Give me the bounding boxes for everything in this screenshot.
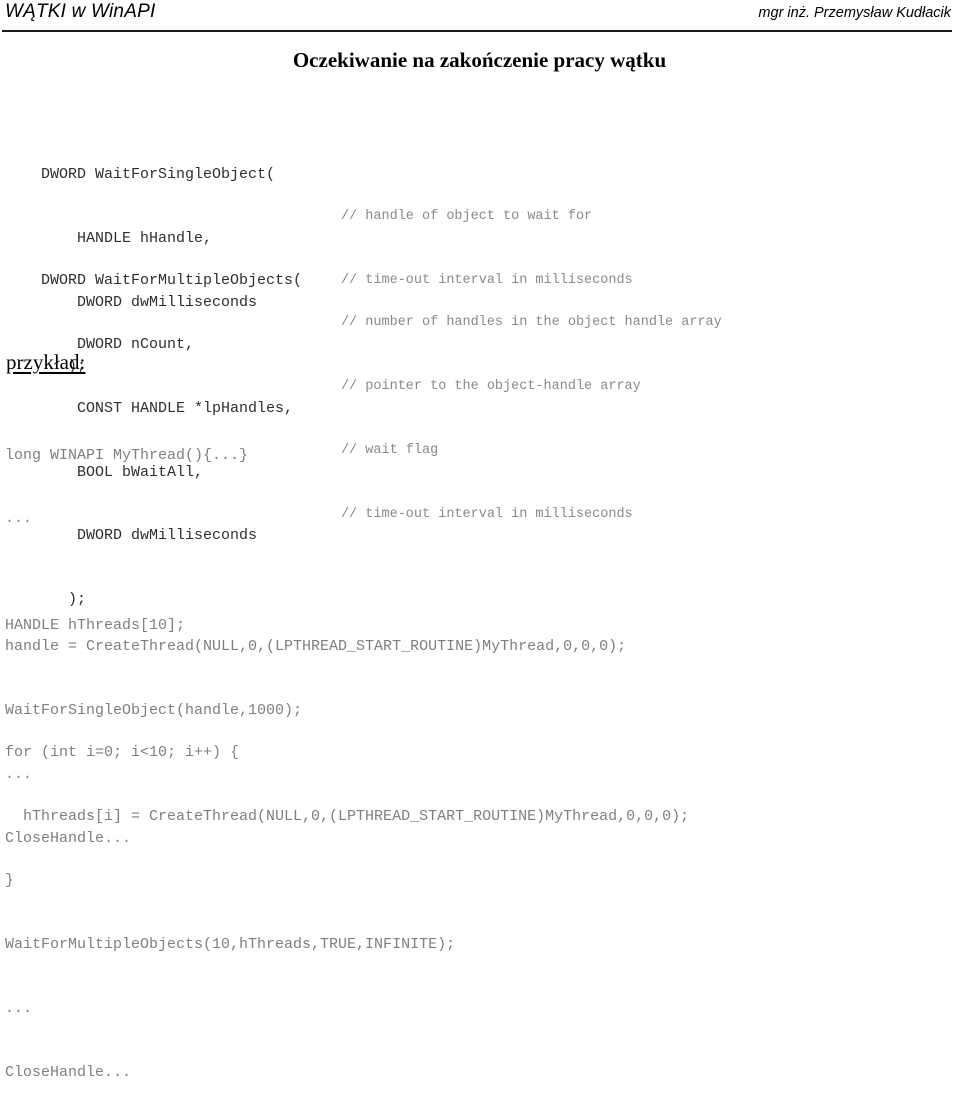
code-line: DWORD WaitForMultipleObjects( <box>5 249 302 289</box>
code-text: DWORD WaitForSingleObject( <box>41 165 276 183</box>
code-line: long WINAPI MyThread(){...} <box>5 446 249 464</box>
slide-title: Oczekiwanie na zakończenie pracy wątku <box>292 48 667 72</box>
code-line: CloseHandle... <box>5 1063 132 1081</box>
code-line: DWORD WaitForSingleObject( <box>5 143 275 183</box>
code-line: hThreads[i] = CreateThread(NULL,0,(LPTHR… <box>5 808 690 826</box>
code-comment: // pointer to the object-handle array <box>341 379 641 395</box>
code-line: ... <box>5 510 33 528</box>
header-divider-rule <box>2 30 952 32</box>
code-comment: // time-out interval in milliseconds <box>341 273 633 289</box>
code-line: CONST HANDLE *lpHandles, // pointer to t… <box>5 376 641 416</box>
code-text: DWORD WaitForMultipleObjects( <box>41 271 303 289</box>
code-comment: // number of handles in the object handl… <box>341 315 722 331</box>
code-line: WaitForMultipleObjects(10,hThreads,TRUE,… <box>5 936 456 954</box>
code-comment: // handle of object to wait for <box>341 209 593 225</box>
code-line: DWORD nCount, // number of handles in th… <box>5 312 722 352</box>
code-line: HANDLE hThreads[10]; <box>5 616 186 634</box>
code-line: } <box>5 872 15 890</box>
code-line: ... <box>5 999 33 1017</box>
code-block-example-multiple: HANDLE hThreads[10]; for (int i=0; i<10;… <box>5 572 689 1104</box>
header-author: mgr inż. Przemysław Kudłacik <box>758 5 951 21</box>
slide-header: WĄTKI w WinAPI mgr inż. Przemysław Kudła… <box>0 0 959 34</box>
example-label: przykład: <box>6 350 86 374</box>
code-line: for (int i=0; i<10; i++) { <box>5 744 240 762</box>
header-course-title: WĄTKI w WinAPI <box>5 1 156 22</box>
